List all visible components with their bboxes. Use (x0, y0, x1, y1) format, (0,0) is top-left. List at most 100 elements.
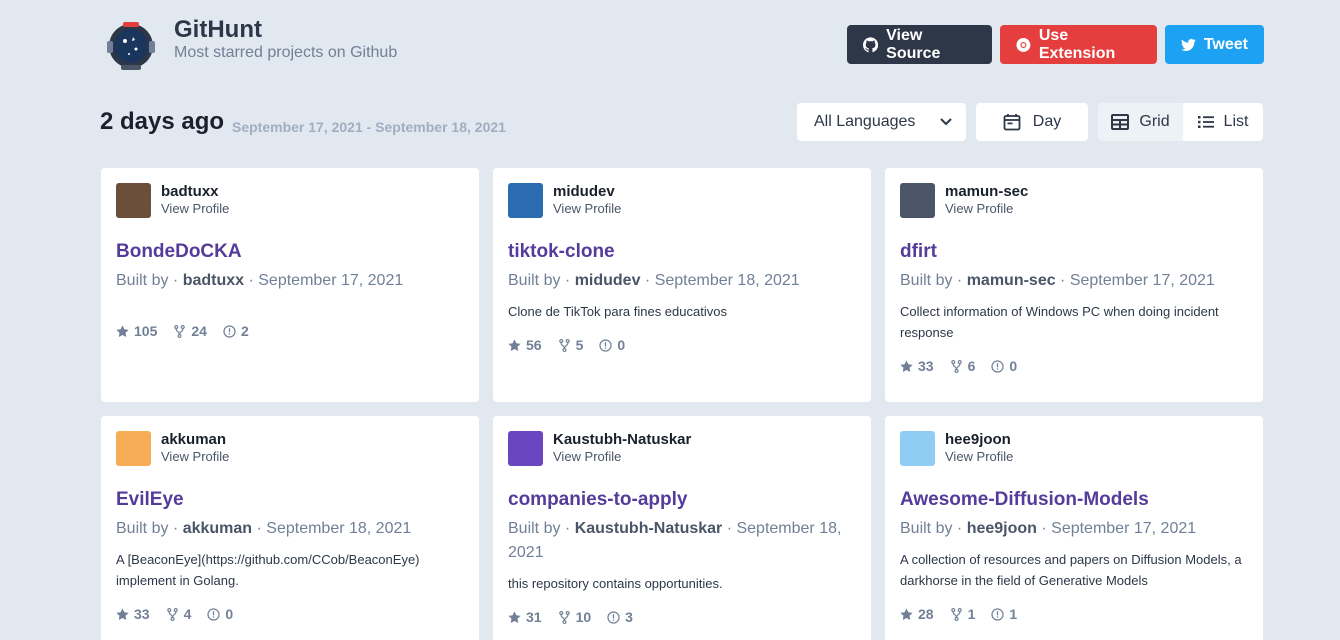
issues-stat[interactable]: 1 (991, 606, 1017, 622)
forks-stat[interactable]: 5 (558, 337, 584, 353)
username[interactable]: hee9joon (945, 431, 1013, 449)
forks-count: 24 (191, 323, 207, 339)
stars-stat[interactable]: 105 (116, 323, 157, 339)
built-by-user[interactable]: mamun-sec (967, 272, 1056, 289)
issue-icon (991, 359, 1005, 373)
avatar[interactable] (900, 431, 935, 466)
repo-name-link[interactable]: companies-to-apply (508, 489, 856, 511)
card-user[interactable]: akkuman View Profile (116, 431, 464, 466)
issues-stat[interactable]: 0 (991, 358, 1017, 374)
built-by-user[interactable]: Kaustubh-Natuskar (575, 520, 723, 537)
forks-stat[interactable]: 6 (950, 358, 975, 374)
issues-count: 0 (1009, 358, 1018, 374)
avatar[interactable] (116, 183, 151, 218)
stars-stat[interactable]: 31 (508, 609, 542, 625)
username[interactable]: midudev (553, 183, 621, 201)
issues-count: 0 (225, 606, 234, 622)
astronaut-logo-icon[interactable] (105, 19, 157, 71)
repo-description: A collection of resources and papers on … (900, 552, 1242, 588)
card-user[interactable]: hee9joon View Profile (900, 431, 1248, 466)
repo-name-link[interactable]: Awesome-Diffusion-Models (900, 489, 1248, 511)
repo-name-link[interactable]: tiktok-clone (508, 241, 856, 263)
calendar-icon (1003, 114, 1021, 131)
fork-icon (950, 607, 962, 621)
forks-count: 5 (575, 337, 584, 353)
forks-stat[interactable]: 10 (558, 609, 591, 625)
repo-name-link[interactable]: dfirt (900, 241, 1248, 263)
view-profile-link[interactable]: View Profile (945, 449, 1013, 465)
repo-stats: 33 4 0 (116, 606, 464, 622)
stars-count: 28 (918, 606, 934, 622)
repo-date: September 17, 2021 (1069, 272, 1215, 289)
use-extension-button[interactable]: Use Extension (1000, 25, 1157, 64)
stars-stat[interactable]: 28 (900, 606, 934, 622)
repo-description: this repository contains opportunities. (508, 576, 723, 591)
username[interactable]: badtuxx (161, 183, 229, 201)
stars-stat[interactable]: 33 (116, 606, 150, 622)
avatar[interactable] (900, 183, 935, 218)
built-by: Built by · mamun-sec · September 17, 202… (900, 272, 1215, 289)
issues-stat[interactable]: 0 (207, 606, 233, 622)
repo-name-link[interactable]: EvilEye (116, 489, 464, 511)
repo-card: midudev View Profile tiktok-clone Built b… (493, 168, 871, 402)
card-user[interactable]: badtuxx View Profile (116, 183, 464, 218)
repo-stats: 56 5 0 (508, 337, 856, 353)
view-profile-link[interactable]: View Profile (161, 449, 229, 465)
built-by-user[interactable]: badtuxx (183, 272, 244, 289)
repo-stats: 28 1 1 (900, 606, 1248, 622)
view-profile-link[interactable]: View Profile (945, 201, 1028, 217)
view-source-button[interactable]: View Source (847, 25, 992, 64)
built-by-prefix: Built by · (116, 272, 183, 289)
avatar[interactable] (116, 431, 151, 466)
github-icon (863, 36, 879, 52)
fork-icon (558, 610, 570, 624)
tweet-label: Tweet (1203, 35, 1248, 53)
chevron-down-icon (940, 118, 952, 126)
view-profile-link[interactable]: View Profile (553, 449, 691, 465)
grid-view-button[interactable]: Grid (1098, 103, 1183, 141)
username[interactable]: Kaustubh-Natuskar (553, 431, 691, 449)
repo-description: Collect information of Windows PC when d… (900, 304, 1219, 340)
repo-date: September 18, 2021 (266, 520, 412, 537)
view-profile-link[interactable]: View Profile (161, 201, 229, 217)
card-user[interactable]: Kaustubh-Natuskar View Profile (508, 431, 856, 466)
built-by: Built by · hee9joon · September 17, 2021 (900, 520, 1197, 537)
period-dropdown-button[interactable]: Day (976, 103, 1088, 141)
star-icon (900, 359, 913, 372)
period-heading: 2 days ago (100, 108, 225, 135)
stars-stat[interactable]: 33 (900, 358, 934, 374)
built-by-user[interactable]: hee9joon (967, 520, 1037, 537)
issues-stat[interactable]: 2 (223, 323, 249, 339)
repo-card: mamun-sec View Profile dfirt Built by · m… (885, 168, 1263, 402)
star-icon (508, 610, 521, 623)
list-view-button[interactable]: List (1183, 103, 1263, 141)
avatar[interactable] (508, 431, 543, 466)
fork-icon (950, 359, 962, 373)
view-profile-link[interactable]: View Profile (553, 201, 621, 217)
view-source-label: View Source (886, 26, 941, 62)
username[interactable]: akkuman (161, 431, 229, 449)
forks-stat[interactable]: 1 (950, 606, 975, 622)
forks-stat[interactable]: 4 (166, 606, 191, 622)
username[interactable]: mamun-sec (945, 183, 1028, 201)
repo-stats: 33 6 0 (900, 358, 1248, 374)
built-by-user[interactable]: midudev (575, 272, 641, 289)
stars-stat[interactable]: 56 (508, 337, 542, 353)
star-icon (116, 324, 129, 337)
card-user[interactable]: mamun-sec View Profile (900, 183, 1248, 218)
list-icon (1197, 116, 1214, 128)
tweet-button[interactable]: Tweet (1165, 25, 1264, 64)
star-icon (900, 607, 913, 620)
repo-card: badtuxx View Profile BondeDoCKA Built by … (101, 168, 479, 402)
app-subtitle: Most starred projects on Github (174, 44, 398, 61)
repo-name-link[interactable]: BondeDoCKA (116, 241, 464, 263)
period-label: Day (1032, 113, 1062, 130)
issues-stat[interactable]: 0 (599, 337, 625, 353)
built-by-user[interactable]: akkuman (183, 520, 252, 537)
language-select[interactable]: All Languages (797, 103, 966, 141)
issues-stat[interactable]: 3 (607, 609, 633, 625)
forks-stat[interactable]: 24 (173, 323, 207, 339)
card-user[interactable]: midudev View Profile (508, 183, 856, 218)
avatar[interactable] (508, 183, 543, 218)
date-range: September 17, 2021 - September 18, 2021 (232, 119, 506, 135)
